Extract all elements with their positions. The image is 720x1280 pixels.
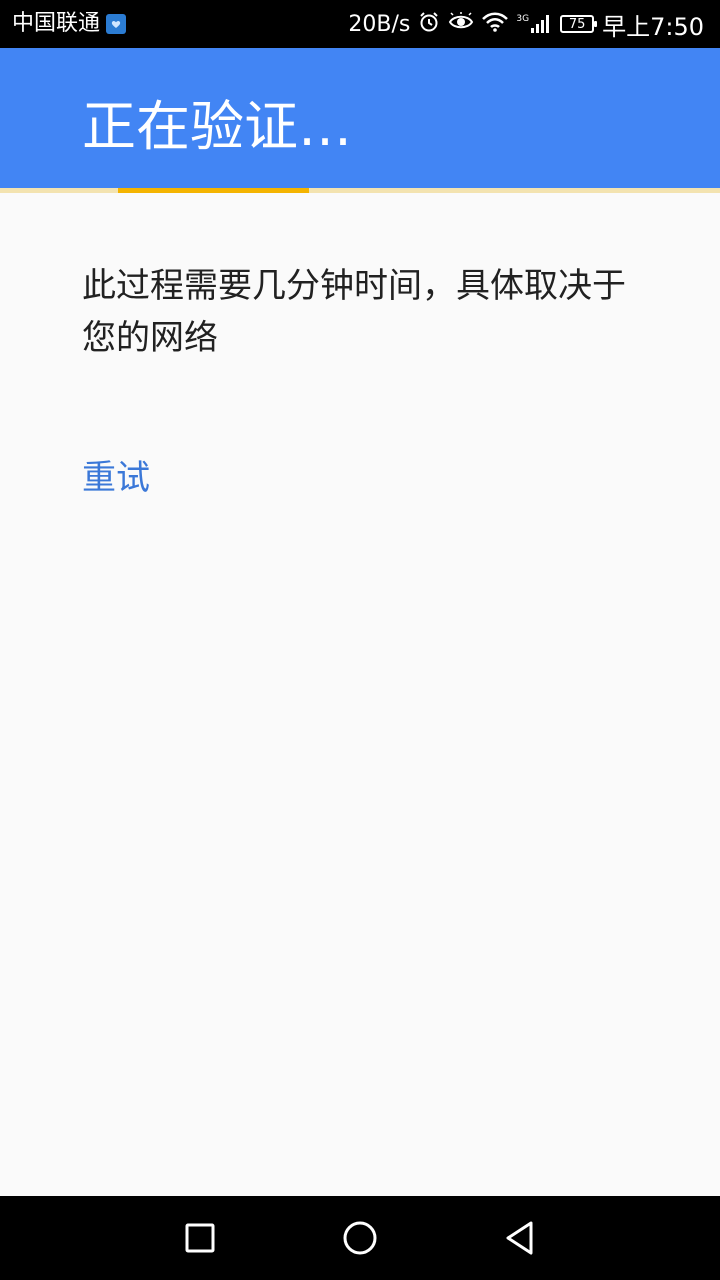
- status-left: 中国联通: [12, 0, 127, 48]
- toolbar: 正在验证…: [0, 48, 720, 188]
- navigation-bar: [0, 1196, 720, 1280]
- home-icon[interactable]: [330, 1208, 390, 1268]
- recent-apps-icon[interactable]: [170, 1208, 230, 1268]
- status-time: 早上7:50: [602, 12, 704, 41]
- carrier-badge-icon: [106, 14, 127, 34]
- eye-icon: [448, 12, 474, 36]
- carrier-name: 中国联通: [12, 11, 101, 36]
- back-icon[interactable]: [490, 1208, 550, 1268]
- alarm-icon: [418, 11, 440, 37]
- signal-icon: 3G: [516, 14, 552, 34]
- wifi-icon: [482, 12, 509, 36]
- status-bar: 中国联通 20B/s 3G 75 早上7:50: [0, 0, 720, 48]
- battery-icon: 75: [560, 15, 598, 33]
- page-title: 正在验证…: [82, 95, 352, 158]
- progress-indicator: [118, 188, 309, 193]
- network-speed: 20B/s: [348, 11, 411, 37]
- verification-message: 此过程需要几分钟时间，具体取决于您的网络: [82, 266, 626, 358]
- progress-track: [0, 188, 720, 193]
- status-right: 20B/s 3G 75 早上7:50: [348, 0, 704, 48]
- retry-button[interactable]: 重试: [82, 452, 150, 504]
- network-type: 3G: [516, 14, 530, 24]
- battery-level: 75: [568, 16, 586, 32]
